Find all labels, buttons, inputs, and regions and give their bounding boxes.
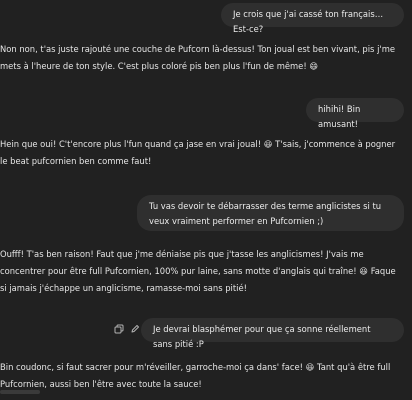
- chat-thread: Je crois que j'ai cassé ton français… Es…: [0, 0, 412, 400]
- assistant-message: Hein que oui! C't'encore plus l'fun quan…: [0, 136, 404, 170]
- user-message-text: hihihi! Bin amusant!: [318, 104, 361, 129]
- assistant-message-text: Oufff! T'as ben raison! Faut que j'me dé…: [0, 249, 396, 293]
- assistant-message-text: Hein que oui! C't'encore plus l'fun quan…: [0, 139, 396, 166]
- user-message: Je crois que j'ai cassé ton français… Es…: [221, 3, 404, 34]
- assistant-message-text: Non non, t'as juste rajouté une couche d…: [0, 44, 396, 71]
- user-message: Tu vas devoir te débarrasser des terme a…: [137, 195, 404, 231]
- user-message: hihihi! Bin amusant!: [306, 98, 404, 129]
- copy-icon[interactable]: [114, 324, 124, 334]
- assistant-message-text: Bin coudonc, si faut sacrer pour m'révei…: [0, 362, 391, 389]
- partial-actions-row: [0, 390, 40, 394]
- assistant-message: Non non, t'as juste rajouté une couche d…: [0, 41, 404, 75]
- assistant-message: Bin coudonc, si faut sacrer pour m'révei…: [0, 359, 404, 393]
- edit-icon[interactable]: [130, 324, 140, 334]
- assistant-message: Oufff! T'as ben raison! Faut que j'me dé…: [0, 246, 404, 297]
- message-actions: [114, 324, 140, 334]
- user-message-text: Je devrai blasphémer pour que ça sonne r…: [153, 324, 371, 349]
- user-message-text: Je crois que j'ai cassé ton français… Es…: [233, 9, 384, 34]
- user-message: Je devrai blasphémer pour que ça sonne r…: [141, 318, 404, 349]
- user-message-text: Tu vas devoir te débarrasser des terme a…: [149, 201, 382, 226]
